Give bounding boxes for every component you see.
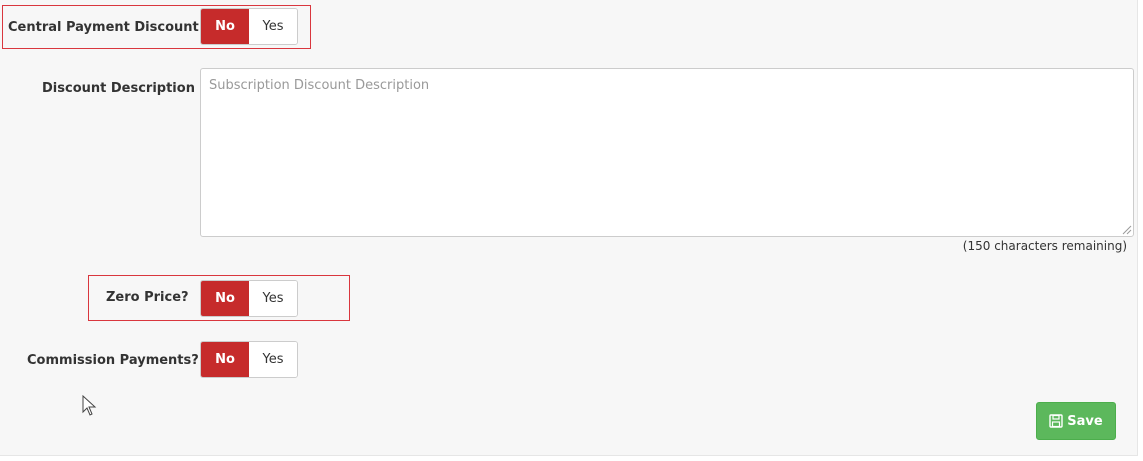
central-payment-discount-no[interactable]: No bbox=[201, 9, 249, 44]
discount-description-label: Discount Description bbox=[42, 81, 195, 96]
commission-payments-yes[interactable]: Yes bbox=[249, 342, 297, 377]
zero-price-no[interactable]: No bbox=[201, 281, 249, 316]
zero-price-toggle[interactable]: No Yes bbox=[200, 280, 298, 317]
zero-price-yes[interactable]: Yes bbox=[249, 281, 297, 316]
mouse-pointer-icon bbox=[82, 395, 97, 416]
save-button-label: Save bbox=[1067, 413, 1103, 429]
resize-grip-icon[interactable] bbox=[1120, 223, 1132, 235]
floppy-disk-icon bbox=[1049, 414, 1063, 428]
zero-price-label: Zero Price? bbox=[106, 290, 189, 305]
commission-payments-no[interactable]: No bbox=[201, 342, 249, 377]
commission-payments-toggle[interactable]: No Yes bbox=[200, 341, 298, 378]
form-panel: Central Payment Discount No Yes Discount… bbox=[0, 0, 1138, 456]
save-button[interactable]: Save bbox=[1036, 402, 1116, 440]
discount-description-textarea[interactable] bbox=[200, 68, 1134, 237]
central-payment-discount-label: Central Payment Discount bbox=[8, 20, 199, 35]
commission-payments-label: Commission Payments? bbox=[27, 353, 199, 368]
central-payment-discount-yes[interactable]: Yes bbox=[249, 9, 297, 44]
characters-remaining-counter: (150 characters remaining) bbox=[962, 239, 1127, 253]
central-payment-discount-toggle[interactable]: No Yes bbox=[200, 8, 298, 45]
